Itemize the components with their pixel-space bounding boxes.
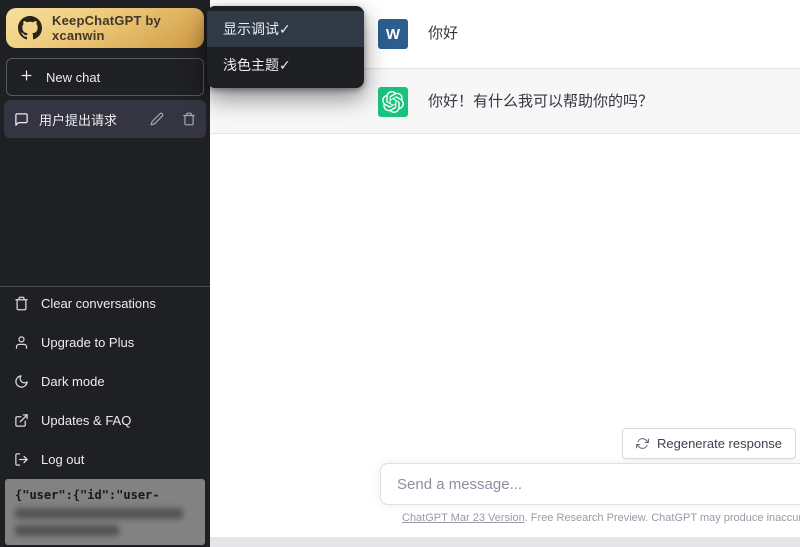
debug-json-line: {"user":{"id":"user- [15, 488, 195, 502]
blurred-text-bar [15, 508, 183, 519]
blurred-text-bar [15, 525, 119, 536]
sidebar-item-dark-mode[interactable]: Dark mode [0, 362, 210, 401]
conversation-title: 用户提出请求 [39, 110, 140, 129]
menu-item-light-theme[interactable]: 浅色主题✓ [207, 47, 364, 83]
debug-info-box: {"user":{"id":"user- [5, 479, 205, 545]
conversation-item[interactable]: 用户提出请求 [4, 100, 206, 138]
keepchatgpt-header-button[interactable]: KeepChatGPT by xcanwin [6, 8, 204, 48]
user-message-text: 你好 [428, 19, 458, 68]
github-icon [18, 16, 42, 40]
sidebar-item-label: Upgrade to Plus [41, 335, 134, 350]
edit-icon[interactable] [150, 112, 164, 126]
app-window: KeepChatGPT by xcanwin New chat 用户提出请求 [0, 0, 800, 547]
menu-item-show-debug[interactable]: 显示调试✓ [207, 11, 364, 47]
sidebar-item-upgrade-to-plus[interactable]: Upgrade to Plus [0, 323, 210, 362]
version-link[interactable]: ChatGPT Mar 23 Version [402, 512, 525, 524]
assistant-message-text: 你好！有什么我可以帮助你的吗？ [428, 87, 653, 133]
sidebar-item-updates-faq[interactable]: Updates & FAQ [0, 401, 210, 440]
sidebar: KeepChatGPT by xcanwin New chat 用户提出请求 [0, 0, 210, 547]
openai-logo-icon [382, 91, 404, 113]
moon-icon [14, 374, 29, 389]
message-input[interactable] [380, 463, 800, 505]
log-out-icon [14, 452, 29, 467]
chat-bubble-icon [14, 112, 29, 127]
trash-icon [14, 296, 29, 311]
disclaimer-text: . Free Research Preview. ChatGPT may pro… [525, 512, 800, 524]
sidebar-item-clear-conversations[interactable]: Clear conversations [0, 284, 210, 323]
regenerate-label: Regenerate response [657, 436, 782, 451]
plus-icon [19, 68, 34, 86]
sidebar-item-label: Updates & FAQ [41, 413, 131, 428]
chatgpt-avatar [378, 87, 408, 117]
new-chat-label: New chat [46, 70, 100, 85]
bottom-band [210, 537, 800, 547]
user-icon [14, 335, 29, 350]
keepchatgpt-label: KeepChatGPT by xcanwin [52, 13, 192, 43]
new-chat-button[interactable]: New chat [6, 58, 204, 96]
regenerate-response-button[interactable]: Regenerate response [622, 428, 796, 459]
keepchatgpt-dropdown-menu: 显示调试✓ 浅色主题✓ [207, 6, 364, 88]
sidebar-item-log-out[interactable]: Log out [0, 440, 210, 479]
refresh-icon [636, 437, 649, 450]
external-link-icon [14, 413, 29, 428]
sidebar-item-label: Clear conversations [41, 296, 156, 311]
user-avatar: W [378, 19, 408, 49]
footer-disclaimer: ChatGPT Mar 23 Version. Free Research Pr… [402, 512, 800, 524]
delete-icon[interactable] [182, 112, 196, 126]
sidebar-item-label: Dark mode [41, 374, 105, 389]
sidebar-bottom-menu: Clear conversations Upgrade to Plus Dark… [0, 284, 210, 479]
sidebar-item-label: Log out [41, 452, 84, 467]
